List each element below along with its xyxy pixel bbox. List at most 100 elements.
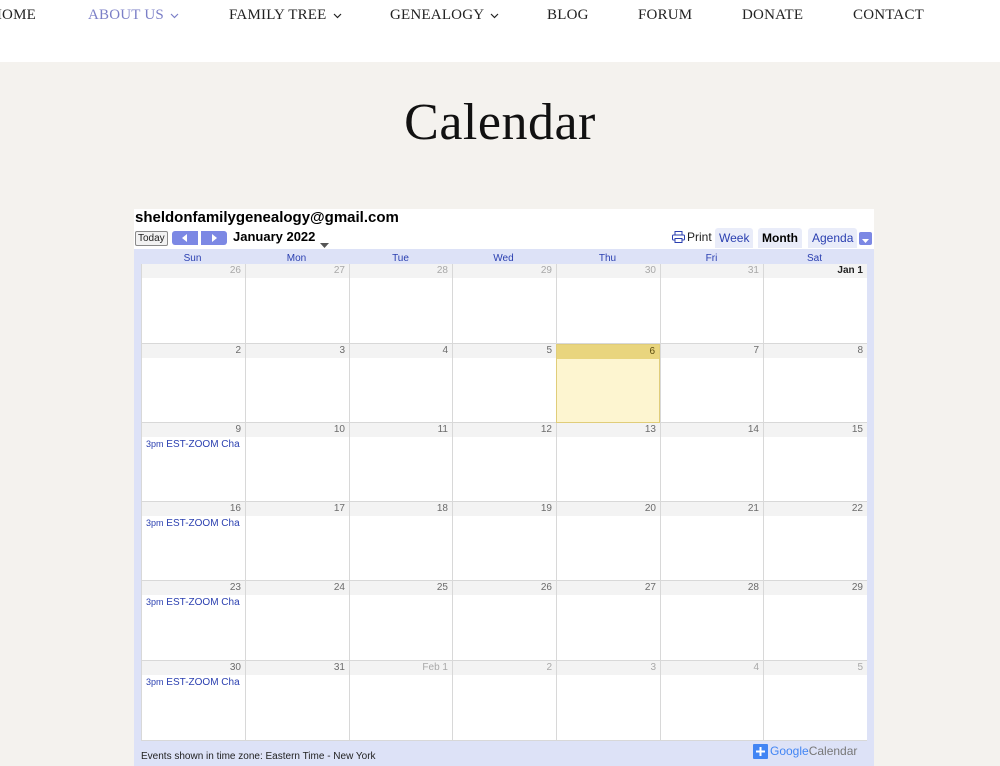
day-cell[interactable]: 12	[452, 423, 556, 502]
event-title: EST-ZOOM Cha	[166, 677, 240, 688]
day-cell[interactable]: 28	[660, 581, 763, 661]
day-cell[interactable]: 26	[141, 264, 245, 344]
day-number: 2	[453, 661, 556, 675]
day-cell[interactable]: Feb 1	[349, 661, 452, 741]
day-cell[interactable]: 28	[349, 264, 452, 344]
tab-agenda[interactable]: Agenda	[808, 228, 858, 248]
event-time: 3pm	[146, 518, 164, 528]
day-number: 8	[764, 344, 867, 358]
nav-blog[interactable]: BLOG	[547, 7, 589, 24]
day-cell[interactable]: 18	[349, 502, 452, 581]
day-cell[interactable]: 8	[763, 344, 867, 423]
day-number: 18	[350, 502, 452, 516]
plus-icon	[753, 743, 768, 759]
day-cell[interactable]: 29	[763, 581, 867, 661]
day-cell[interactable]: 27	[556, 581, 660, 661]
day-cell[interactable]: 21	[660, 502, 763, 581]
day-of-week-header: Sun Mon Tue Wed Thu Fri Sat	[141, 253, 867, 264]
chevron-down-icon	[862, 230, 869, 248]
day-cell[interactable]: 2	[141, 344, 245, 423]
nav-home[interactable]: HOME	[0, 7, 36, 24]
day-cell[interactable]: 19	[452, 502, 556, 581]
day-number: 31	[661, 264, 763, 278]
nav-donate[interactable]: DONATE	[742, 7, 803, 24]
today-button[interactable]: Today	[135, 231, 168, 246]
day-cell[interactable]: 26	[452, 581, 556, 661]
calendar-event[interactable]: 3pm EST-ZOOM Cha	[146, 677, 244, 688]
day-cell[interactable]: 15	[763, 423, 867, 502]
day-cell[interactable]: 3	[245, 344, 349, 423]
day-cell[interactable]: 27	[245, 264, 349, 344]
day-cell[interactable]: 4	[349, 344, 452, 423]
tab-week[interactable]: Week	[715, 228, 754, 248]
timezone-note: Events shown in time zone: Eastern Time …	[141, 751, 376, 762]
weeks-container: 26 27 28 29 30 31 Jan 1 2 3 4 5 6 7 8 9 3pm EST-ZOOM Ch…	[141, 264, 867, 741]
day-number: 13	[557, 423, 660, 437]
nav-forum[interactable]: FORUM	[638, 7, 692, 24]
nav-family-tree[interactable]: FAMILY TREE	[229, 7, 342, 24]
next-month-button[interactable]	[201, 231, 227, 245]
day-cell[interactable]: 22	[763, 502, 867, 581]
chevron-down-icon	[170, 13, 179, 19]
day-number: 28	[661, 581, 763, 595]
day-number: 27	[246, 264, 349, 278]
tab-menu-button[interactable]	[859, 232, 872, 245]
nav-genealogy[interactable]: GENEALOGY	[390, 7, 499, 24]
nav-genealogy-label: GENEALOGY	[390, 7, 485, 23]
tab-month[interactable]: Month	[758, 228, 802, 248]
day-number: 27	[557, 581, 660, 595]
day-number: 7	[661, 344, 763, 358]
nav-family-tree-label: FAMILY TREE	[229, 7, 327, 23]
day-cell[interactable]: 10	[245, 423, 349, 502]
day-number: 4	[350, 344, 452, 358]
day-cell[interactable]: 30 3pm EST-ZOOM Cha	[141, 661, 245, 741]
day-number: 23	[142, 581, 245, 595]
day-cell[interactable]: 14	[660, 423, 763, 502]
day-cell[interactable]: 13	[556, 423, 660, 502]
day-cell[interactable]: 4	[660, 661, 763, 741]
print-button[interactable]: Print	[672, 230, 712, 244]
day-cell[interactable]: 11	[349, 423, 452, 502]
day-cell[interactable]: 9 3pm EST-ZOOM Cha	[141, 423, 245, 502]
dow-fri: Fri	[705, 253, 718, 264]
day-cell-today[interactable]: 6	[556, 344, 660, 423]
day-number: 30	[557, 264, 660, 278]
chevron-down-icon	[490, 13, 499, 19]
day-cell[interactable]: Jan 1	[763, 264, 867, 344]
event-time: 3pm	[146, 439, 164, 449]
calendar-event[interactable]: 3pm EST-ZOOM Cha	[146, 439, 244, 450]
day-cell[interactable]: 24	[245, 581, 349, 661]
day-cell[interactable]: 3	[556, 661, 660, 741]
day-cell[interactable]: 5	[763, 661, 867, 741]
arrow-right-icon	[211, 229, 217, 247]
google-calendar-button[interactable]: GoogleCalendar	[753, 743, 857, 759]
calendar-event[interactable]: 3pm EST-ZOOM Cha	[146, 597, 244, 608]
prev-month-button[interactable]	[172, 231, 198, 245]
day-cell[interactable]: 31	[245, 661, 349, 741]
dow-thu: Thu	[598, 253, 617, 264]
day-cell[interactable]: 7	[660, 344, 763, 423]
day-cell[interactable]: 29	[452, 264, 556, 344]
month-label[interactable]: January 2022	[233, 229, 315, 244]
day-cell[interactable]: 17	[245, 502, 349, 581]
nav-about-us-label: ABOUT US	[88, 7, 164, 23]
print-label: Print	[687, 230, 712, 244]
day-cell[interactable]: 5	[452, 344, 556, 423]
day-number: 4	[661, 661, 763, 675]
day-cell[interactable]: 31	[660, 264, 763, 344]
calendar-event[interactable]: 3pm EST-ZOOM Cha	[146, 518, 244, 529]
day-cell[interactable]: 23 3pm EST-ZOOM Cha	[141, 581, 245, 661]
day-number: 3	[557, 661, 660, 675]
day-cell[interactable]: 20	[556, 502, 660, 581]
arrow-left-icon	[182, 229, 188, 247]
calendar-widget: sheldonfamilygenealogy@gmail.com Today J…	[134, 209, 874, 766]
day-cell[interactable]: 16 3pm EST-ZOOM Cha	[141, 502, 245, 581]
nav-about-us[interactable]: ABOUT US	[88, 7, 179, 24]
calendar-brand-text: Calendar	[808, 744, 858, 758]
dow-wed: Wed	[493, 253, 514, 264]
day-cell[interactable]: 30	[556, 264, 660, 344]
day-cell[interactable]: 25	[349, 581, 452, 661]
day-cell[interactable]: 2	[452, 661, 556, 741]
dow-tue: Tue	[392, 253, 409, 264]
nav-contact[interactable]: CONTACT	[853, 7, 924, 24]
